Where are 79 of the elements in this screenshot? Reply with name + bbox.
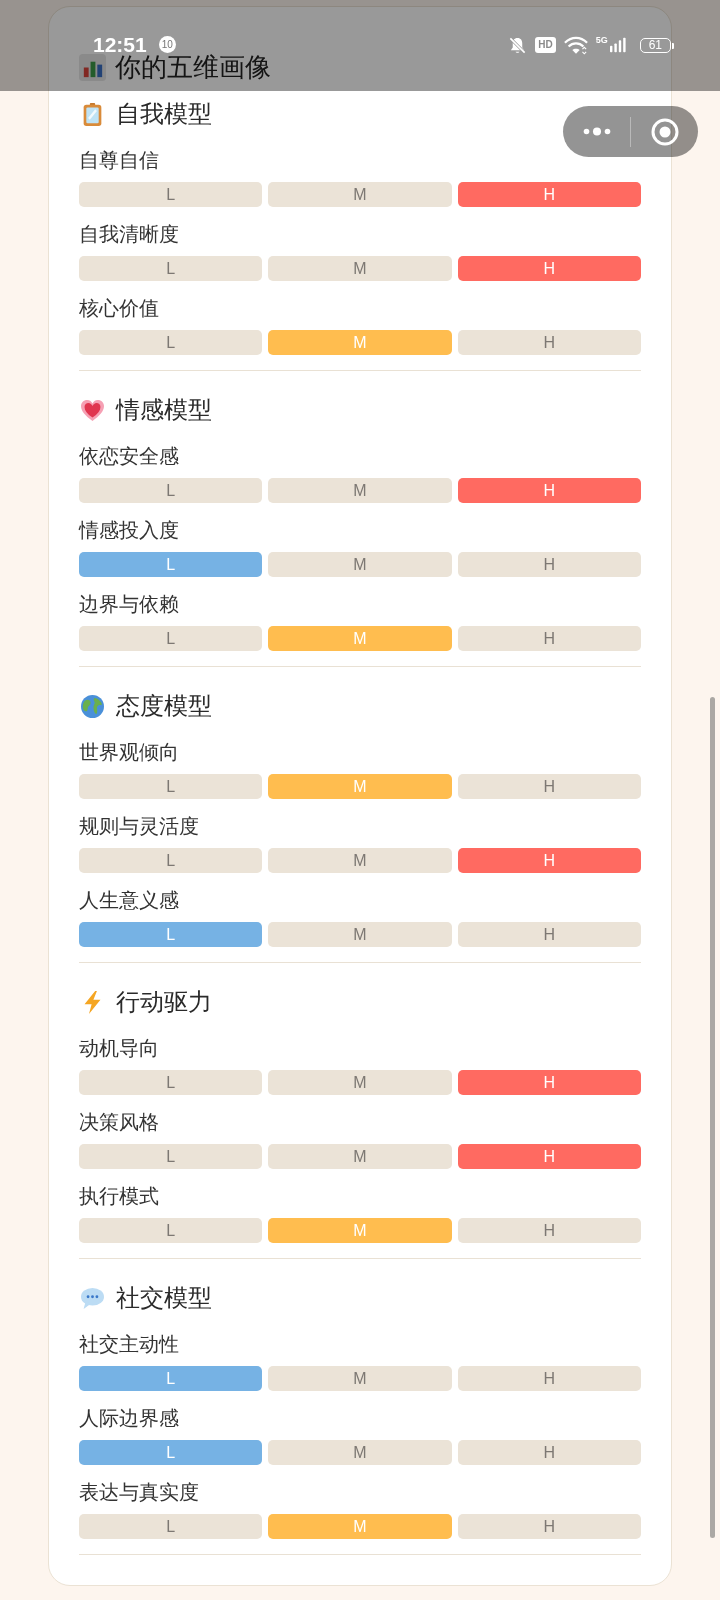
level-segment: H [457,1366,641,1391]
level-segment: L [79,774,263,799]
trait-label: 边界与依赖 [79,592,180,617]
level-segment: L [79,1366,263,1391]
level-segment: H [457,552,641,577]
level-segment: H [457,1070,641,1095]
level-segment: L [79,330,263,355]
level-segment: M [268,1440,452,1465]
battery-indicator: 61 [639,37,671,53]
trait-label: 人际边界感 [79,1406,180,1431]
signal-icon [609,37,626,53]
level-segment: H [457,1440,641,1465]
level-segment: H [457,1144,641,1169]
level-segment: H [457,1514,641,1539]
level-segment: L [79,626,263,651]
level-segment: L [79,182,263,207]
speech-bubble-icon [81,1286,104,1310]
heart-icon [81,398,104,422]
network-type: 5G [595,35,608,45]
trait-label: 世界观倾向 [79,740,180,765]
level-segment: H [457,330,641,355]
section-title: 社交模型 [116,1283,212,1313]
trait-label: 情感投入度 [79,518,180,543]
level-segment: H [457,774,641,799]
level-segment: L [79,1218,263,1243]
trait-label: 自我清晰度 [79,222,180,247]
level-segment: M [268,1144,452,1169]
level-segment: L [79,478,263,503]
level-segment: M [268,1218,452,1243]
level-segment: M [268,1514,452,1539]
level-segment: L [79,552,263,577]
level-segment: L [79,1070,263,1095]
level-segment: H [457,848,641,873]
level-segment: L [79,1514,263,1539]
trait-label: 人生意义感 [79,888,180,913]
status-time: 12:51 [93,36,147,53]
section-title: 行动驱力 [116,987,212,1017]
level-segment: M [268,848,452,873]
level-segment: M [268,626,452,651]
level-segment: M [268,922,452,947]
globe-icon [81,694,104,718]
section-title: 自我模型 [116,99,212,129]
level-segment: H [457,922,641,947]
level-segment: M [268,330,452,355]
trait-label: 社交主动性 [79,1332,180,1357]
trait-label: 核心价值 [79,296,160,321]
level-segment: M [268,1070,452,1095]
wifi-icon [563,35,588,55]
level-segment: M [268,182,452,207]
trait-label: 规则与灵活度 [79,814,200,839]
trait-label: 表达与真实度 [79,1480,200,1505]
hd-indicator: HD [535,37,556,53]
level-segment: M [268,552,452,577]
page-title: 你的五维画像 [115,54,271,81]
section-title: 情感模型 [116,395,212,425]
trait-label: 自尊自信 [79,148,160,173]
section-title: 态度模型 [116,691,212,721]
level-segment: L [79,922,263,947]
more-dots-icon [582,127,611,136]
mirror-icon [81,102,104,126]
level-segment: M [268,478,452,503]
trait-label: 动机导向 [79,1036,160,1061]
bar-chart-icon [79,54,106,81]
muted-bell-icon [508,35,528,55]
level-segment: M [268,774,452,799]
level-segment: M [268,1366,452,1391]
level-segment: H [457,626,641,651]
level-segment: H [457,256,641,281]
trait-label: 决策风格 [79,1110,160,1135]
level-segment: M [268,256,452,281]
level-segment: H [457,478,641,503]
level-segment: L [79,1440,263,1465]
level-segment: H [457,182,641,207]
level-segment: L [79,1144,263,1169]
trait-label: 执行模式 [79,1184,160,1209]
level-segment: L [79,848,263,873]
level-segment: H [457,1218,641,1243]
level-segment: L [79,256,263,281]
trait-label: 依恋安全感 [79,444,180,469]
